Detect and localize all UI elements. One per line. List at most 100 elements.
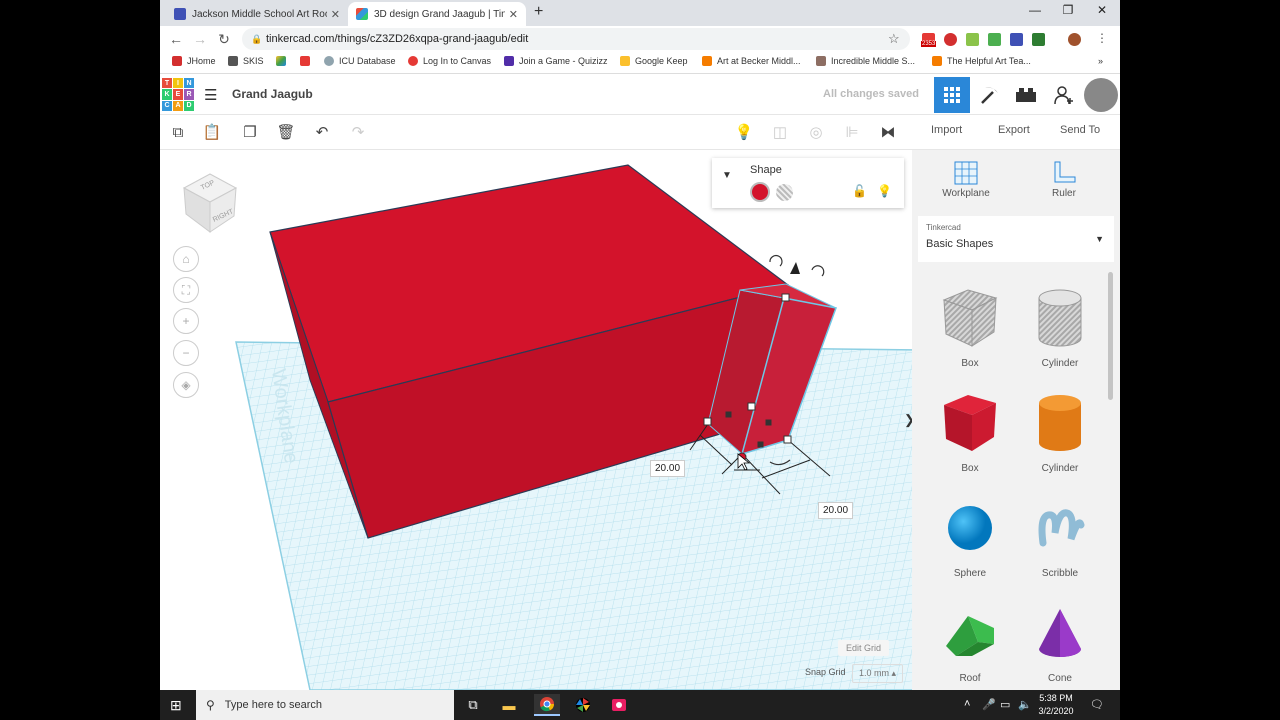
align-icon[interactable]: ⊫ (840, 121, 864, 143)
3d-view-button[interactable] (934, 77, 970, 113)
copy-icon[interactable]: ⧉ (166, 121, 190, 143)
tinkercad-logo[interactable]: T I N K E R C A D (162, 78, 194, 111)
microphone-icon[interactable]: 🎤 (982, 698, 996, 711)
bookmark-star-icon[interactable]: ☆ (888, 31, 900, 47)
shape-cylinder-hole[interactable]: Cylinder (1022, 278, 1098, 369)
ungroup-icon[interactable]: ◎ (804, 121, 828, 143)
pinwheel-app-icon[interactable] (570, 694, 596, 716)
extension-icon[interactable] (988, 33, 1001, 46)
restore-icon[interactable]: ❐ (1053, 3, 1083, 17)
back-icon[interactable]: ← (164, 31, 188, 47)
close-tab-icon[interactable]: ✕ (331, 8, 340, 21)
bookmark-item[interactable]: Art at Becker Middl... (702, 56, 801, 66)
keep-icon (620, 56, 630, 66)
more-bookmarks[interactable]: » (1098, 56, 1103, 66)
shape-roof[interactable]: Roof (932, 593, 1008, 684)
bookmark-item[interactable]: Log In to Canvas (408, 56, 491, 66)
ortho-view-icon[interactable]: ◈ (173, 372, 199, 398)
delete-icon[interactable]: 🗑 (274, 121, 298, 143)
shape-library-select[interactable]: Tinkercad Basic Shapes ▼ (918, 216, 1114, 262)
bookmark-item[interactable]: SKIS (228, 56, 264, 66)
zoom-in-icon[interactable]: + (173, 308, 199, 334)
forward-icon[interactable]: → (188, 31, 212, 47)
profile-avatar[interactable] (1068, 33, 1081, 46)
bookmark-item[interactable]: JHome (172, 56, 216, 66)
shape-box[interactable]: Box (932, 383, 1008, 474)
3d-workspace[interactable]: Workplane TOP RIGHT ⌂ ⛶ + − ◈ ▼ Shape 🔓 … (160, 150, 912, 690)
snap-grid-select[interactable]: 1.0 mm ▴ (852, 664, 904, 683)
view-cube[interactable]: TOP RIGHT (180, 170, 238, 233)
bookmark-item[interactable]: Google Keep (620, 56, 688, 66)
address-bar-row: ← → ↻ 🔒 tinkercad.com/things/cZ3ZD26xqpa… (160, 26, 1120, 52)
home-view-icon[interactable]: ⌂ (173, 246, 199, 272)
reload-icon[interactable]: ↻ (212, 31, 236, 48)
lock-icon[interactable]: 🔓 (852, 184, 867, 198)
edit-grid-button[interactable]: Edit Grid (838, 640, 890, 656)
expand-panel-icon[interactable]: ❯ (904, 412, 912, 428)
mirror-icon[interactable]: ⧓ (876, 121, 900, 143)
hole-swatch[interactable] (776, 184, 793, 201)
bricks-mode-button[interactable] (1008, 77, 1044, 113)
bookmark-item[interactable]: Incredible Middle S... (816, 56, 915, 66)
ruler-tool-label: Ruler (1052, 188, 1076, 199)
blocks-mode-button[interactable] (972, 77, 1008, 113)
import-button[interactable]: Import (931, 124, 962, 136)
bookmark-item[interactable]: The Helpful Art Tea... (932, 56, 1031, 66)
extension-icon[interactable] (966, 33, 979, 46)
file-explorer-icon[interactable]: ▬ (496, 694, 522, 716)
close-tab-icon[interactable]: ✕ (509, 8, 518, 21)
shape-sphere[interactable]: Sphere (932, 488, 1008, 579)
send-to-button[interactable]: Send To (1060, 124, 1100, 136)
chrome-taskbar-icon[interactable] (534, 694, 560, 716)
visibility-bulb-icon[interactable]: 💡 (877, 184, 892, 198)
extension-icon[interactable] (944, 33, 957, 46)
ruler-tool[interactable]: Ruler (1024, 158, 1104, 199)
tab-art-room[interactable]: Jackson Middle School Art Room ✕ (166, 2, 348, 26)
gmail-extension-icon[interactable]: 2353 (921, 33, 937, 47)
network-icon[interactable]: ▭ (1000, 698, 1010, 711)
width-dimension-field[interactable]: 20.00 (650, 460, 686, 477)
recorder-app-icon[interactable] (606, 694, 632, 716)
invite-user-button[interactable] (1046, 77, 1082, 113)
windows-start-icon[interactable]: ⊞ (170, 697, 182, 714)
group-icon[interactable]: ◫ (768, 121, 792, 143)
url-field[interactable]: 🔒 tinkercad.com/things/cZ3ZD26xqpa-grand… (242, 28, 910, 50)
workplane-tool[interactable]: Workplane (926, 158, 1006, 199)
depth-dimension-field[interactable]: 20.00 (818, 502, 854, 519)
bookmark-item[interactable] (276, 56, 291, 66)
bookmark-item[interactable]: ICU Database (324, 56, 396, 66)
tab-tinkercad[interactable]: 3D design Grand Jaagub | Tinker ✕ (348, 2, 526, 26)
export-button[interactable]: Export (998, 124, 1030, 136)
user-avatar[interactable] (1084, 78, 1118, 112)
design-list-icon[interactable]: ☰ (204, 86, 217, 104)
design-title[interactable]: Grand Jaagub (232, 87, 313, 101)
shape-cone[interactable]: Cone (1022, 593, 1098, 684)
extension-icon[interactable] (1032, 33, 1045, 46)
tray-chevron-icon[interactable]: ˄ (964, 698, 970, 710)
shape-box-hole[interactable]: Box (932, 278, 1008, 369)
zoom-out-icon[interactable]: − (173, 340, 199, 366)
duplicate-icon[interactable]: ❐ (238, 121, 262, 143)
close-window-icon[interactable]: ✕ (1087, 3, 1117, 17)
fit-view-icon[interactable]: ⛶ (173, 277, 199, 303)
solid-color-swatch[interactable] (750, 182, 770, 202)
collapse-inspector-icon[interactable]: ▼ (722, 170, 732, 181)
bookmark-item[interactable] (300, 56, 315, 66)
taskbar-clock[interactable]: 5:38 PM 3/2/2020 (1032, 692, 1080, 718)
volume-icon[interactable]: 🔈 (1018, 698, 1032, 711)
shape-cylinder[interactable]: Cylinder (1022, 383, 1098, 474)
undo-icon[interactable]: ↶ (310, 121, 334, 143)
shape-scribble[interactable]: Scribble (1022, 488, 1098, 579)
task-view-icon[interactable]: ⧉ (460, 694, 486, 716)
chrome-menu-icon[interactable]: ⋮ (1096, 31, 1109, 45)
notifications-icon[interactable]: 🗨 (1090, 698, 1104, 711)
taskbar-search[interactable]: ⚲ Type here to search (196, 690, 454, 720)
new-tab-button[interactable]: + (534, 3, 543, 21)
show-hidden-icon[interactable]: 💡 (732, 121, 756, 143)
extension-icon[interactable] (1010, 33, 1023, 46)
redo-icon[interactable]: ↷ (346, 121, 370, 143)
minimize-icon[interactable]: — (1020, 3, 1050, 17)
paste-icon[interactable]: 📋 (200, 121, 224, 143)
bookmark-item[interactable]: Join a Game - Quizizz (504, 56, 608, 66)
panel-scrollbar[interactable] (1108, 272, 1113, 400)
